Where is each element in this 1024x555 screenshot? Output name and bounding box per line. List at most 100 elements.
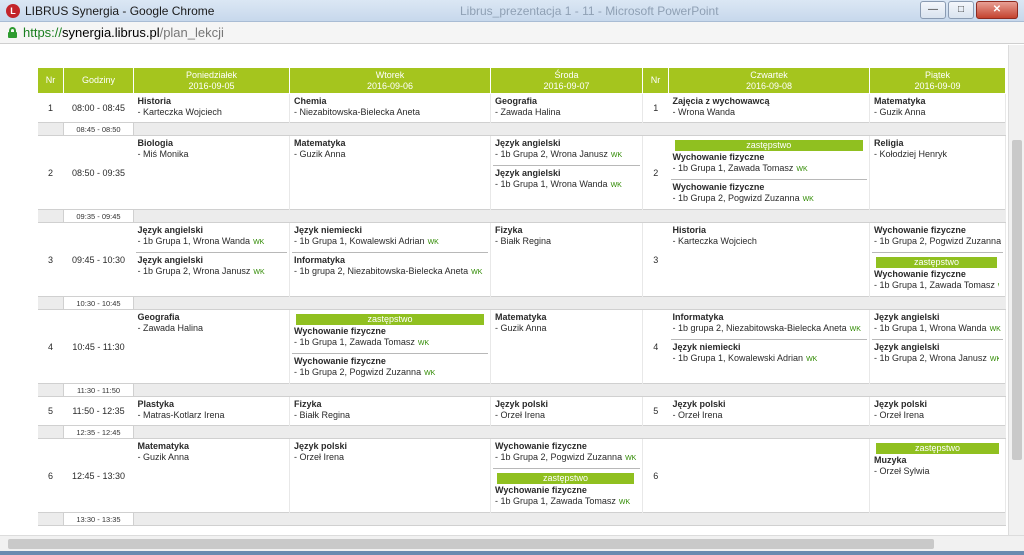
lesson-entry[interactable]: Matematyka - Guzik Anna xyxy=(290,136,490,164)
wk-badge[interactable]: WK xyxy=(611,182,622,189)
lesson-entry[interactable]: zastępstwo Wychowanie fizyczne - 1b Grupa … xyxy=(493,468,640,512)
lesson-entry[interactable]: Język angielski - 1b Grupa 1, Wrona Wanda… xyxy=(870,310,1005,339)
lesson-entry[interactable]: Fizyka - Białk Regina xyxy=(491,223,642,251)
lesson-entry[interactable]: Język polski - Orzeł Irena xyxy=(290,439,490,467)
lesson-entry[interactable]: Matematyka - Guzik Anna xyxy=(870,94,1005,122)
wk-badge[interactable]: WK xyxy=(619,499,630,506)
teacher-line: - 1b grupa 2, Niezabitowska-Bielecka Ane… xyxy=(294,266,484,278)
header-nr: Nr xyxy=(37,67,64,94)
minimize-button[interactable]: — xyxy=(920,1,946,19)
teacher-line: - Orzeł Irena xyxy=(673,410,866,421)
wk-badge[interactable]: WK xyxy=(796,166,807,173)
lesson-entry[interactable]: Język niemiecki - 1b Grupa 1, Kowalewski … xyxy=(290,223,490,252)
lesson-entry[interactable]: Język angielski - 1b Grupa 2, Wrona Janus… xyxy=(491,136,642,165)
lesson-entry[interactable]: Geografia - Zawada Halina xyxy=(491,94,642,122)
lesson-entry[interactable]: Plastyka - Matras-Kotlarz Irena xyxy=(134,397,290,425)
lesson-row: 1 08:00 - 08:45 Historia - Karteczka Wojcie… xyxy=(38,93,1006,123)
lesson-cell: Język niemiecki - 1b Grupa 1, Kowalewski … xyxy=(289,222,491,297)
url-text[interactable]: https://synergia.librus.pl/plan_lekcji xyxy=(23,25,224,40)
lesson-entry[interactable]: Historia - Karteczka Wojciech xyxy=(134,94,290,122)
lesson-entry[interactable]: Fizyka - Białk Regina xyxy=(290,397,490,425)
lesson-entry[interactable]: Język polski - Orzeł Irena xyxy=(669,397,870,425)
wk-badge[interactable]: WK xyxy=(611,152,622,159)
lesson-number: 6 xyxy=(653,470,659,481)
lesson-entry[interactable]: Matematyka - Guzik Anna xyxy=(491,310,642,338)
teacher-line: - Zawada Halina xyxy=(138,323,286,334)
scrollbar-thumb[interactable] xyxy=(1012,140,1022,460)
lesson-cell: Historia - Karteczka Wojciech xyxy=(133,93,290,123)
teacher-line: - 1b Grupa 1, Wrona Wanda WK xyxy=(138,236,286,248)
taskbar xyxy=(0,551,1024,555)
lesson-entry[interactable]: Język angielski - 1b Grupa 2, Wrona Janus… xyxy=(872,339,1003,369)
wk-badge[interactable]: WK xyxy=(803,196,814,203)
substitution-badge: zastępstwo xyxy=(876,257,997,268)
lesson-entry[interactable]: Język polski - Orzeł Irena xyxy=(870,397,1005,425)
lesson-entry[interactable]: zastępstwo Muzyka - Orzeł Sylwia xyxy=(870,439,1005,481)
lesson-entry[interactable]: Religia - Kołodziej Henryk xyxy=(870,136,1005,164)
lesson-entry[interactable]: Wychowanie fizyczne - 1b Grupa 2, Pogwizd… xyxy=(292,353,488,383)
lesson-entry[interactable]: Język polski - Orzeł Irena xyxy=(491,397,642,425)
lesson-entry[interactable]: zastępstwo Wychowanie fizyczne - 1b Grupa … xyxy=(669,136,870,179)
wk-badge[interactable]: WK xyxy=(990,356,999,363)
teacher-name: - Orzeł Irena xyxy=(294,452,345,462)
lesson-entry[interactable]: Geografia - Zawada Halina xyxy=(134,310,290,338)
lesson-entry[interactable]: Chemia - Niezabitowska-Bielecka Aneta xyxy=(290,94,490,122)
wk-badge[interactable]: WK xyxy=(418,340,429,347)
horizontal-scrollbar[interactable] xyxy=(0,535,1024,551)
lesson-hours: 08:00 - 08:45 xyxy=(71,103,126,113)
teacher-name: - 1b Grupa 2, Pogwizd Zuzanna xyxy=(672,193,800,203)
librus-logo-icon: L xyxy=(6,4,20,18)
lesson-entry[interactable]: Wychowanie fizyczne - 1b Grupa 2, Pogwizd… xyxy=(870,223,1005,252)
teacher-line: - 1b Grupa 2, Wrona Janusz WK xyxy=(138,266,284,278)
wk-badge[interactable]: WK xyxy=(253,239,264,246)
lesson-entry[interactable]: Język angielski - 1b Grupa 1, Wrona Wanda… xyxy=(134,223,290,252)
lesson-entry[interactable]: Język angielski - 1b Grupa 2, Wrona Janus… xyxy=(135,252,287,282)
teacher-name: - Zawada Halina xyxy=(495,107,561,117)
lock-icon xyxy=(8,27,17,38)
teacher-line: - Orzeł Irena xyxy=(495,410,638,421)
lesson-entry[interactable]: Matematyka - Guzik Anna xyxy=(134,439,290,467)
lesson-entry[interactable]: zastępstwo Wychowanie fizyczne - 1b Grupa … xyxy=(290,310,490,353)
subject-name: Chemia xyxy=(294,96,327,106)
wk-badge[interactable]: WK xyxy=(625,455,636,462)
lesson-entry[interactable]: Zajęcia z wychowawcą - Wrona Wanda xyxy=(669,94,870,122)
teacher-line: - 1b grupa 2, Niezabitowska-Bielecka Ane… xyxy=(673,323,866,335)
wk-badge[interactable]: WK xyxy=(990,326,1001,333)
lesson-cell: Chemia - Niezabitowska-Bielecka Aneta xyxy=(289,93,491,123)
maximize-button[interactable]: □ xyxy=(948,1,974,19)
break-cell xyxy=(133,296,1006,310)
lesson-entry[interactable]: Język niemiecki - 1b Grupa 1, Kowalewski … xyxy=(670,339,867,369)
wk-badge[interactable]: WK xyxy=(428,239,439,246)
address-bar[interactable]: https://synergia.librus.pl/plan_lekcji xyxy=(0,22,1024,44)
url-scheme: https:// xyxy=(23,25,63,40)
scrollbar-thumb[interactable] xyxy=(8,539,934,549)
wk-badge[interactable]: WK xyxy=(850,326,861,333)
subject-name: Biologia xyxy=(137,138,174,148)
break-cell xyxy=(37,122,64,136)
lesson-entry[interactable]: Język angielski - 1b Grupa 1, Wrona Wanda… xyxy=(493,165,640,195)
wk-badge[interactable]: WK xyxy=(806,356,817,363)
subject-name: Język polski xyxy=(495,399,549,409)
lesson-entry[interactable]: zastępstwo Wychowanie fizyczne - 1b Grupa … xyxy=(872,252,1003,296)
lesson-entry[interactable]: Informatyka - 1b grupa 2, Niezabitowska-B… xyxy=(669,310,870,339)
lesson-cell: Historia - Karteczka Wojciech xyxy=(668,222,870,297)
wk-badge[interactable]: WK xyxy=(998,283,999,290)
lesson-entry[interactable]: Wychowanie fizyczne - 1b Grupa 2, Pogwizd… xyxy=(491,439,642,468)
vertical-scrollbar[interactable] xyxy=(1008,45,1024,535)
wk-badge[interactable]: WK xyxy=(471,269,482,276)
lesson-row: 4 10:45 - 11:30 Geografia - Zawada Halina za… xyxy=(38,309,1006,384)
break-row: 10:30 - 10:45 xyxy=(37,296,1006,310)
subject-name: Wychowanie fizyczne xyxy=(874,269,966,279)
lesson-entry[interactable]: Wychowanie fizyczne - 1b Grupa 2, Pogwizd… xyxy=(670,179,867,209)
break-time: 08:45 - 08:50 xyxy=(63,122,134,136)
lesson-entry[interactable]: Informatyka - 1b grupa 2, Niezabitowska-B… xyxy=(292,252,488,282)
wk-badge[interactable]: WK xyxy=(424,370,435,377)
lesson-entry[interactable]: Historia - Karteczka Wojciech xyxy=(669,223,870,251)
teacher-line: - 1b Grupa 2, Pogwizd ZuzannaWK xyxy=(874,236,1001,248)
close-button[interactable]: ✕ xyxy=(976,1,1018,19)
lesson-cell: Geografia - Zawada Halina xyxy=(490,93,643,123)
lesson-number: 4 xyxy=(653,341,659,352)
break-cell xyxy=(133,209,1006,223)
lesson-entry[interactable]: Biologia - Miś Monika xyxy=(134,136,290,164)
wk-badge[interactable]: WK xyxy=(253,269,264,276)
